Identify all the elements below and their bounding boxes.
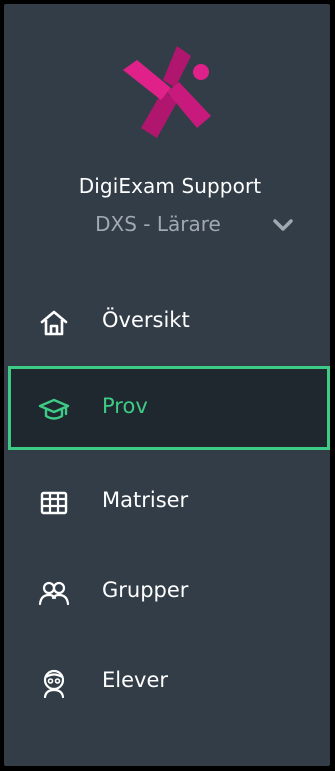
chevron-down-icon[interactable]	[272, 218, 294, 232]
organization-name: DigiExam Support	[78, 174, 262, 198]
digiexam-logo[interactable]	[117, 42, 217, 138]
window-frame: DigiExam Support DXS - Lärare Översikt P…	[0, 0, 335, 771]
sidebar-item-matriser[interactable]: Matriser	[8, 460, 330, 544]
student-icon	[43, 669, 65, 698]
sidebar-item-elever[interactable]: Elever	[8, 640, 330, 724]
sidebar-item-grupper[interactable]: Grupper	[8, 550, 330, 634]
graduation-cap-icon	[38, 398, 70, 420]
role-label: DXS - Lärare	[95, 212, 221, 236]
sidebar-item-label: Matriser	[102, 488, 189, 512]
grid-table-icon	[40, 491, 68, 515]
sidebar-item-label: Översikt	[102, 308, 190, 332]
sidebar-item-oversikt[interactable]: Översikt	[8, 280, 330, 364]
sidebar-item-label: Elever	[102, 668, 169, 692]
sidebar-item-label: Grupper	[102, 578, 189, 602]
sidebar: DigiExam Support DXS - Lärare Översikt P…	[4, 4, 330, 766]
sidebar-item-label: Prov	[102, 394, 148, 418]
role-selector[interactable]: DXS - Lärare	[4, 212, 335, 240]
home-icon	[40, 310, 68, 336]
sidebar-item-prov[interactable]: Prov	[8, 366, 330, 450]
group-users-icon	[38, 581, 70, 606]
